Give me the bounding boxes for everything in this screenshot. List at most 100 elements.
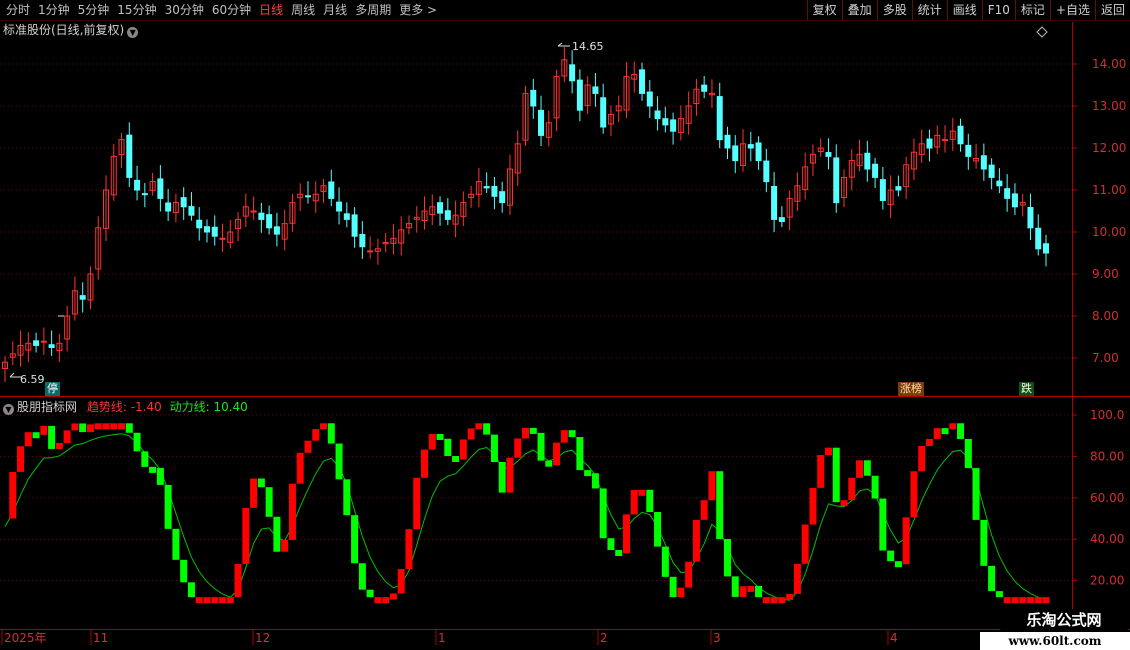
candle-body (165, 202, 172, 212)
trend-block (887, 550, 895, 562)
candle-body (1011, 193, 1018, 208)
candle-body (778, 217, 785, 223)
trend-block (995, 591, 1003, 598)
trend-block (871, 475, 879, 499)
trend-block (459, 439, 467, 460)
candle-body (538, 109, 545, 136)
trend-block (568, 430, 576, 438)
trend-block (17, 446, 25, 472)
trend-block (957, 423, 965, 439)
trend-block (762, 597, 770, 604)
trend-block (296, 452, 304, 484)
candle-body (942, 139, 949, 142)
price-tick-label: 12.00 (1092, 141, 1126, 155)
candle-body (483, 186, 490, 189)
trend-block (133, 432, 141, 452)
trend-block (226, 597, 234, 604)
trend-block (71, 423, 79, 431)
candle-body (576, 79, 583, 111)
trend-block (537, 432, 545, 461)
trend-block (125, 423, 133, 433)
price-tick-label: 10.00 (1092, 225, 1126, 239)
trend-block (335, 443, 343, 480)
trend-block (615, 550, 623, 557)
kline-chart[interactable]: 14.00 13.00 12.00 11.00 10.00 9.00 8.00 7.00 100… (0, 0, 1130, 650)
candle-body (825, 152, 832, 157)
candle-body (701, 84, 708, 92)
candle-body (747, 144, 754, 149)
trend-block (281, 539, 289, 552)
trend-block (195, 597, 203, 604)
high-price-label: 14.65 (572, 40, 604, 53)
trend-block (949, 423, 957, 430)
trend-block (584, 470, 592, 477)
chevron-down-icon[interactable]: ▼ (3, 404, 14, 415)
trend-block (972, 468, 980, 520)
x-axis-label: 4 (890, 631, 898, 645)
candle-body (126, 134, 133, 178)
trend-block (156, 468, 164, 485)
fall-badge: 跌 (1019, 382, 1034, 396)
trend-block (24, 432, 32, 447)
candle-body (895, 186, 902, 191)
price-tick-label: 13.00 (1092, 99, 1126, 113)
chevron-down-icon[interactable]: ▼ (127, 27, 139, 38)
trend-block (164, 484, 172, 529)
trend-block (141, 451, 149, 467)
trend-block (40, 425, 48, 435)
trend-block (731, 576, 739, 597)
trend-block (716, 471, 724, 540)
candle-body (444, 210, 451, 220)
candle-body (1043, 243, 1049, 254)
trend-block (102, 423, 110, 430)
indicator-name: 股朋指标网 (17, 400, 78, 414)
trend-block (288, 483, 296, 540)
candle-body (716, 96, 723, 141)
trend-block (397, 569, 405, 594)
trend-block (677, 587, 685, 598)
candle-body (219, 237, 226, 240)
candle-body (40, 340, 47, 343)
trend-block (32, 432, 40, 439)
trend-block (514, 438, 522, 458)
trend-block (1026, 597, 1034, 604)
candle-body (33, 340, 40, 346)
x-axis-label: 2025年 (4, 631, 47, 645)
trend-block (654, 512, 662, 547)
x-axis-label: 12 (255, 631, 270, 645)
candle-body (258, 212, 265, 220)
candle-body (304, 195, 311, 198)
trend-block (110, 423, 118, 430)
trend-block (1034, 597, 1042, 604)
trend-block (708, 471, 716, 501)
trend-block (925, 438, 933, 446)
candle-body (592, 86, 599, 94)
watermark-site-name: 乐淘公式网 (1000, 609, 1128, 632)
trend-block (242, 507, 250, 564)
trend-block (669, 576, 677, 598)
trend-block (622, 514, 630, 554)
candle-body (203, 226, 210, 233)
price-tick-label: 14.00 (1092, 57, 1126, 71)
trend-block (770, 597, 778, 604)
indicator-tick-label: 100.0 (1090, 408, 1124, 422)
trend-block (343, 479, 351, 516)
candle-body (359, 234, 366, 248)
trend-block (522, 427, 529, 439)
trend-block (452, 456, 460, 463)
candle-body (724, 134, 731, 149)
x-axis-label: 1 (438, 631, 446, 645)
high-arrow (557, 42, 570, 47)
candle-body (1027, 207, 1034, 229)
trend-block (529, 427, 537, 434)
candle-body (662, 118, 669, 126)
trend-block (902, 517, 910, 565)
trend-block (172, 528, 180, 560)
trend-block (809, 487, 817, 525)
candle-body (499, 191, 506, 204)
trend-block (219, 597, 227, 604)
trend-line-label: 趋势线: -1.40 (86, 400, 162, 414)
trend-block (817, 455, 825, 488)
candle-body (569, 64, 576, 82)
trend-block (1019, 597, 1027, 604)
